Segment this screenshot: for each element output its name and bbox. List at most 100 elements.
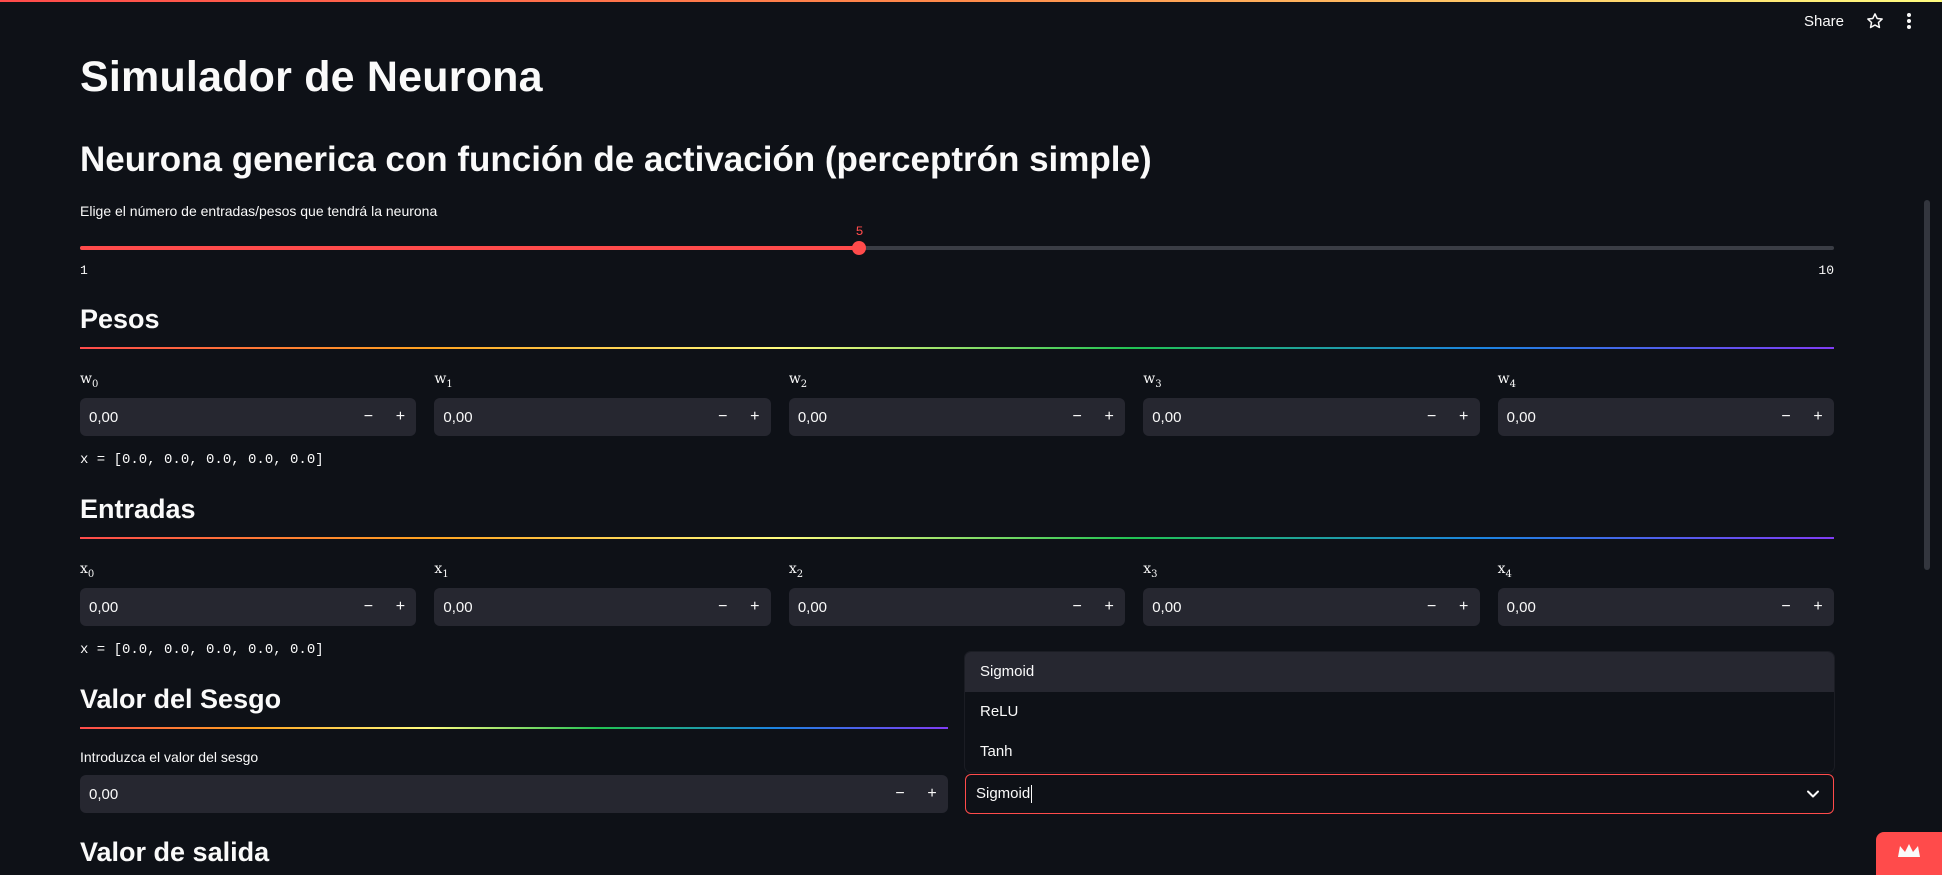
bias-value[interactable]: 0,00 (89, 786, 884, 803)
decrement-button[interactable]: − (1061, 408, 1093, 426)
input-field: x0 0,00 − + (80, 558, 417, 626)
weight-input[interactable]: 0,00 − + (1497, 398, 1835, 436)
input-field: x2 0,00 − + (788, 558, 1126, 626)
page-subtitle: Neurona generica con función de activaci… (80, 140, 1152, 179)
increment-button[interactable]: + (1448, 598, 1480, 616)
dropdown-option-relu[interactable]: ReLU (965, 692, 1834, 732)
input-number[interactable]: 0,00 − + (1143, 588, 1480, 626)
weight-value[interactable]: 0,00 (1152, 409, 1415, 426)
decrement-button[interactable]: − (1770, 408, 1802, 426)
weights-row: w0 0,00 − + w1 0,00 − + w2 0,00 − + w3 0… (80, 368, 1835, 436)
weight-field: w2 0,00 − + (788, 368, 1126, 436)
weight-input[interactable]: 0,00 − + (788, 398, 1126, 436)
streamlit-badge[interactable] (1876, 832, 1942, 875)
weight-label: w3 (1143, 371, 1162, 390)
input-value[interactable]: 0,00 (1507, 599, 1770, 616)
input-number[interactable]: 0,00 − + (1497, 588, 1835, 626)
weight-label: w2 (788, 371, 808, 390)
increment-button[interactable]: + (916, 785, 948, 803)
increment-button[interactable]: + (1093, 408, 1125, 426)
weight-label: w1 (434, 371, 453, 390)
weight-label: w4 (1497, 371, 1516, 390)
decrement-button[interactable]: − (1416, 408, 1448, 426)
decrement-button[interactable]: − (352, 408, 384, 426)
input-label: x0 (80, 561, 95, 580)
app-toolbar: Share (1804, 12, 1912, 30)
increment-button[interactable]: + (1802, 408, 1834, 426)
weights-summary: x = [0.0, 0.0, 0.0, 0.0, 0.0] (80, 452, 324, 468)
decrement-button[interactable]: − (707, 598, 739, 616)
decrement-button[interactable]: − (1061, 598, 1093, 616)
input-number[interactable]: 0,00 − + (80, 588, 417, 626)
slider-min-label: 1 (80, 263, 88, 278)
weight-input[interactable]: 0,00 − + (80, 398, 417, 436)
crown-icon (1896, 842, 1922, 865)
weight-input[interactable]: 0,00 − + (434, 398, 771, 436)
top-decoration-bar (0, 0, 1942, 2)
weight-value[interactable]: 0,00 (798, 409, 1061, 426)
inputs-section-title: Entradas (80, 494, 196, 524)
weight-field: w4 0,00 − + (1497, 368, 1835, 436)
weight-field: w3 0,00 − + (1143, 368, 1480, 436)
bias-section-title: Valor del Sesgo (80, 684, 282, 714)
dropdown-option-tanh[interactable]: Tanh (965, 732, 1834, 772)
decrement-button[interactable]: − (1416, 598, 1448, 616)
input-field: x4 0,00 − + (1497, 558, 1835, 626)
input-value[interactable]: 0,00 (798, 599, 1061, 616)
activation-select[interactable]: Sigmoid (965, 774, 1834, 814)
input-number[interactable]: 0,00 − + (788, 588, 1126, 626)
slider-thumb[interactable] (852, 241, 867, 255)
decrement-button[interactable]: − (1770, 598, 1802, 616)
input-label: x3 (1143, 561, 1158, 580)
inputs-count-slider[interactable]: 5 (80, 224, 1834, 255)
star-icon[interactable] (1866, 12, 1884, 30)
output-section-title: Valor de salida (80, 837, 270, 867)
input-label: x4 (1497, 561, 1512, 580)
input-field: x3 0,00 − + (1143, 558, 1480, 626)
weights-divider (80, 347, 1834, 349)
slider-fill (80, 246, 860, 250)
input-number[interactable]: 0,00 − + (434, 588, 771, 626)
bias-divider (80, 727, 948, 729)
page-scrollbar[interactable] (1924, 200, 1930, 570)
inputs-divider (80, 537, 1834, 539)
weight-field: w0 0,00 − + (80, 368, 417, 436)
weights-section-title: Pesos (80, 304, 160, 334)
slider-label: Elige el número de entradas/pesos que te… (80, 203, 438, 219)
weight-input[interactable]: 0,00 − + (1143, 398, 1480, 436)
increment-button[interactable]: + (1448, 408, 1480, 426)
decrement-button[interactable]: − (352, 598, 384, 616)
inputs-row: x0 0,00 − + x1 0,00 − + x2 0,00 − + x3 0… (80, 558, 1835, 626)
slider-value: 5 (855, 224, 864, 239)
increment-button[interactable]: + (384, 408, 416, 426)
page-title: Simulador de Neurona (80, 53, 543, 101)
inputs-summary: x = [0.0, 0.0, 0.0, 0.0, 0.0] (80, 642, 324, 658)
weight-field: w1 0,00 − + (434, 368, 771, 436)
activation-select-value[interactable]: Sigmoid (976, 785, 1793, 804)
dropdown-option-sigmoid[interactable]: Sigmoid (965, 652, 1834, 692)
more-options-icon[interactable] (1906, 12, 1912, 30)
increment-button[interactable]: + (1093, 598, 1125, 616)
weight-label: w0 (80, 371, 99, 390)
activation-dropdown-menu: Sigmoid ReLU Tanh (965, 652, 1834, 772)
increment-button[interactable]: + (739, 408, 771, 426)
weight-value[interactable]: 0,00 (89, 409, 352, 426)
input-label: x1 (434, 561, 449, 580)
input-field: x1 0,00 − + (434, 558, 771, 626)
increment-button[interactable]: + (739, 598, 771, 616)
weight-value[interactable]: 0,00 (443, 409, 706, 426)
input-label: x2 (788, 561, 804, 580)
input-value[interactable]: 0,00 (1152, 599, 1415, 616)
increment-button[interactable]: + (1802, 598, 1834, 616)
input-value[interactable]: 0,00 (89, 599, 352, 616)
decrement-button[interactable]: − (707, 408, 739, 426)
bias-label: Introduzca el valor del sesgo (80, 749, 259, 765)
share-button[interactable]: Share (1804, 13, 1844, 30)
input-value[interactable]: 0,00 (443, 599, 706, 616)
increment-button[interactable]: + (384, 598, 416, 616)
slider-max-label: 10 (1818, 263, 1834, 278)
bias-input[interactable]: 0,00 − + (80, 775, 948, 813)
weight-value[interactable]: 0,00 (1507, 409, 1770, 426)
decrement-button[interactable]: − (884, 785, 916, 803)
chevron-down-icon[interactable] (1793, 787, 1833, 801)
